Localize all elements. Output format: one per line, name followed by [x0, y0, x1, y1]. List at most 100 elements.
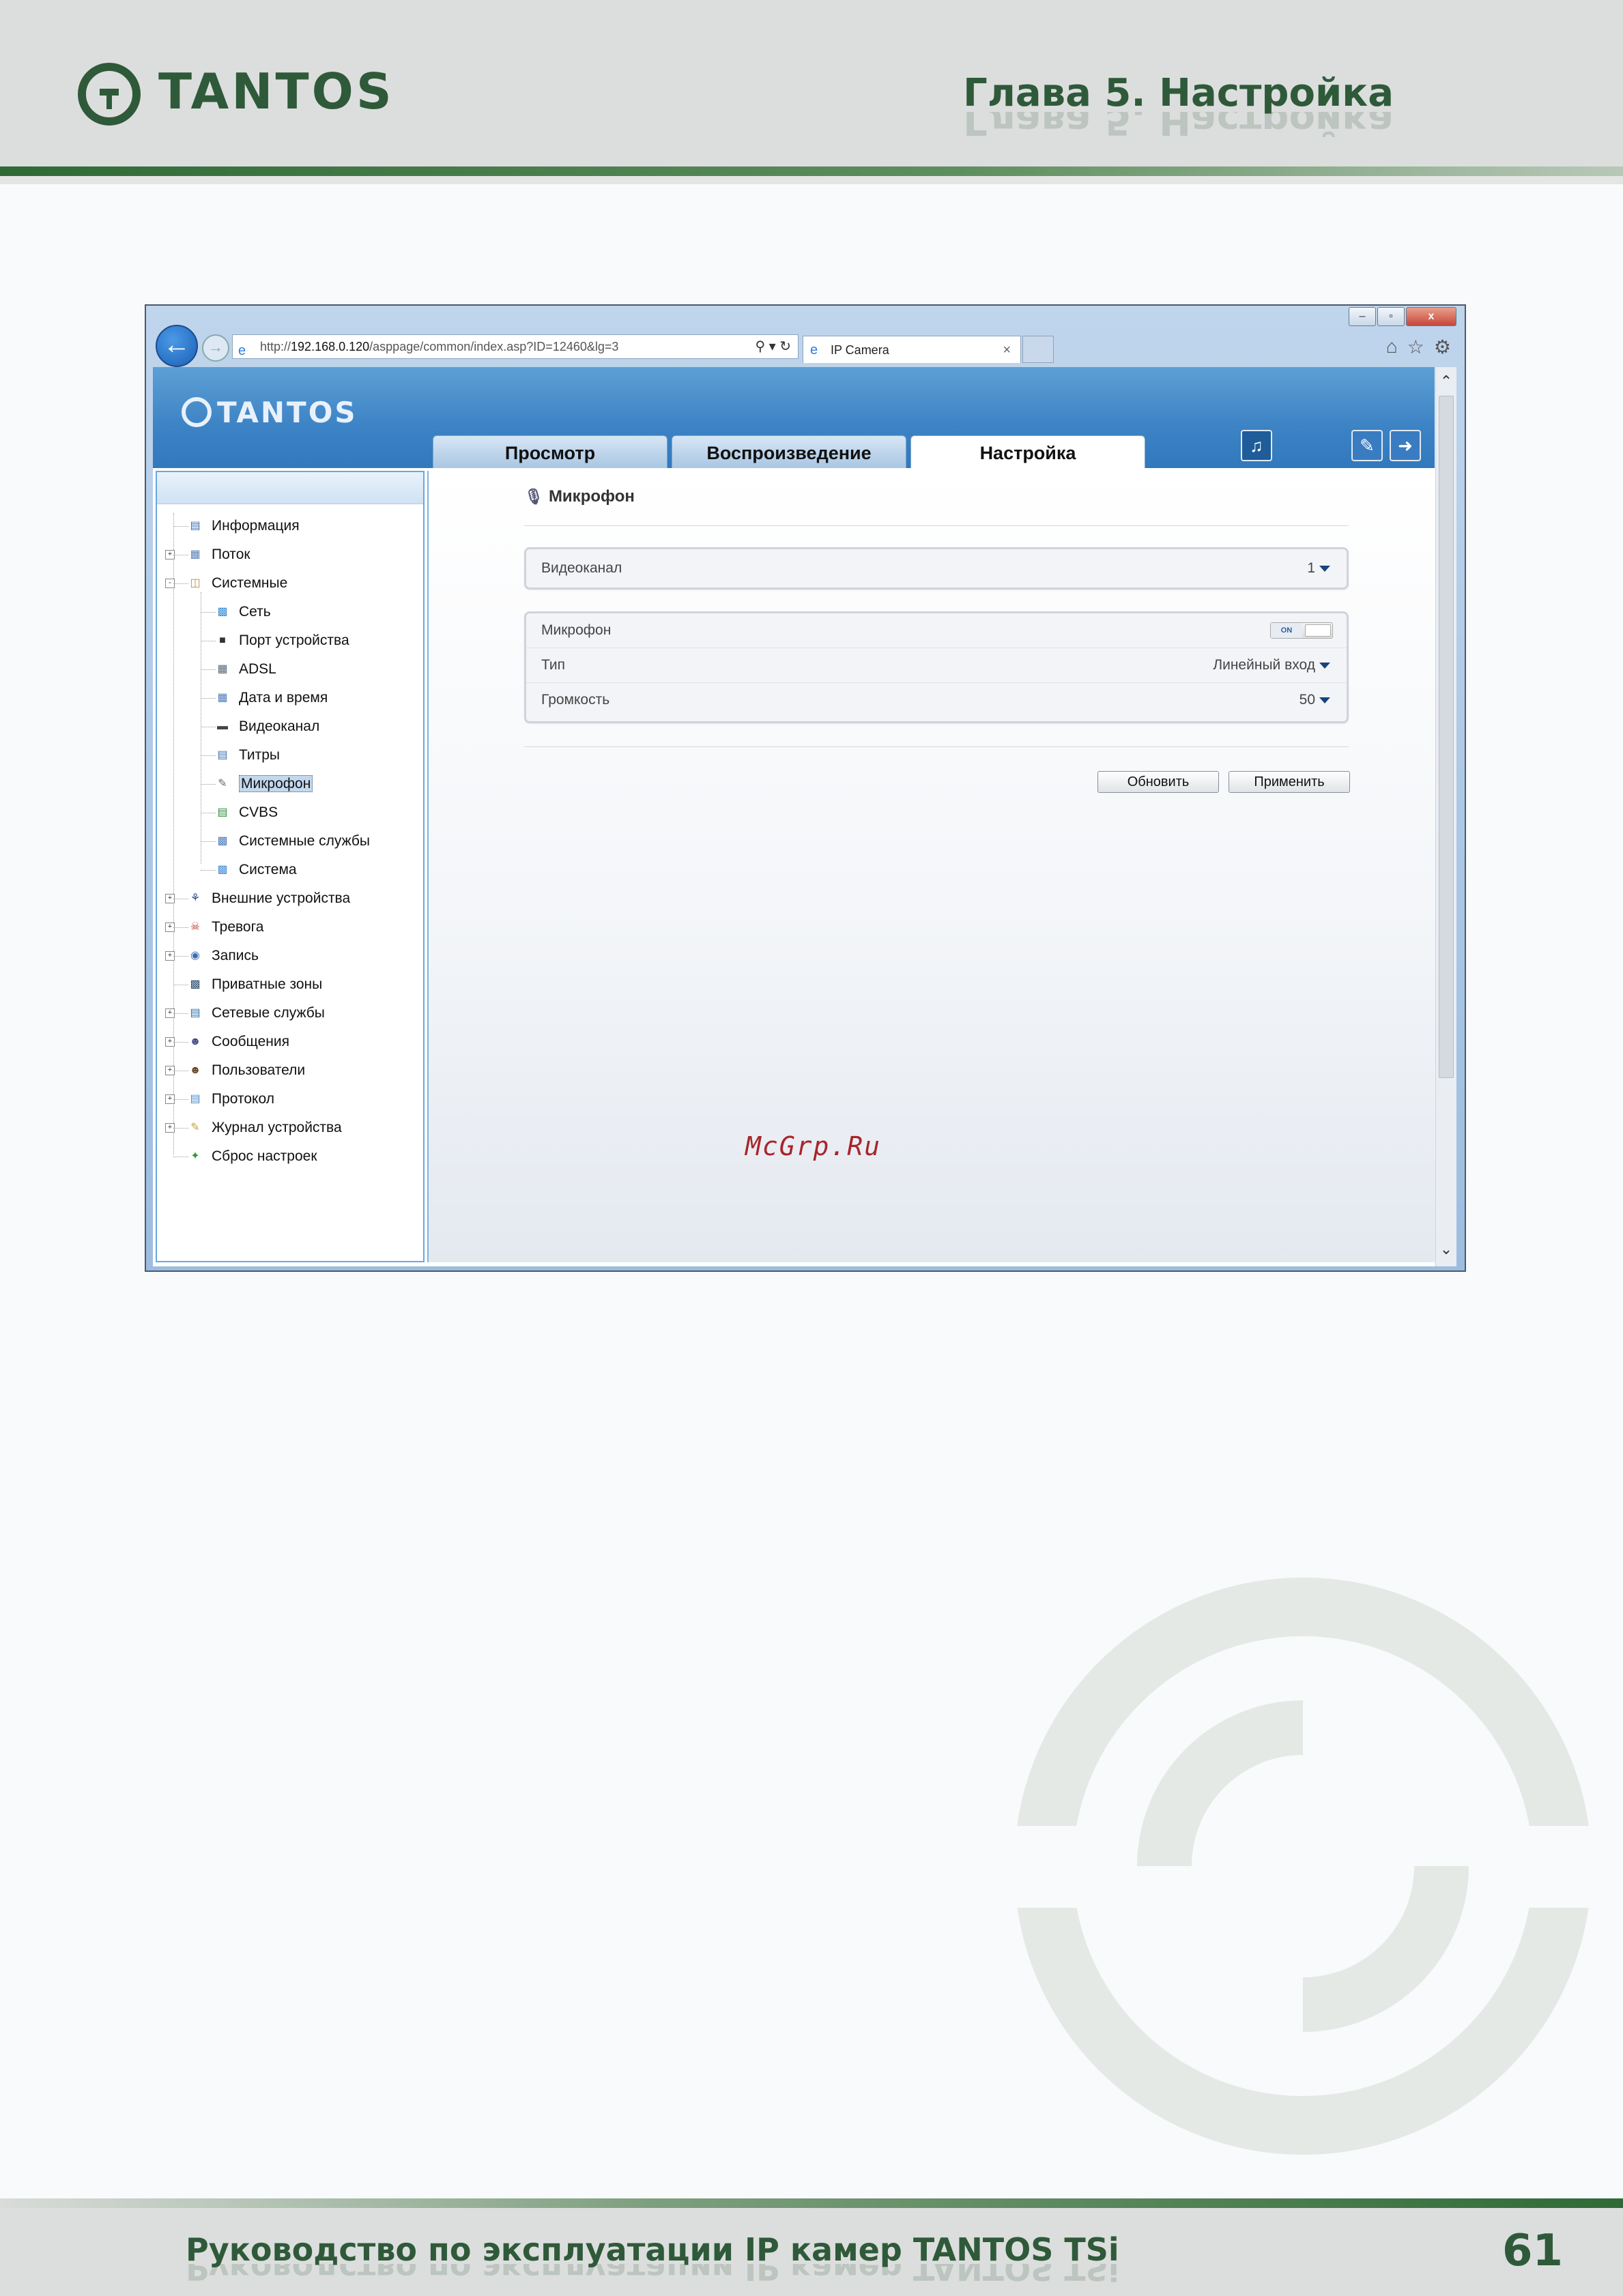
sidebar-item[interactable]: + ✎ Журнал устройства: [165, 1116, 342, 1139]
network-icon: ▩: [217, 606, 228, 618]
app-logo-icon: [182, 397, 212, 427]
microphone-label: Микрофон: [541, 622, 612, 638]
volume-select[interactable]: 50: [1299, 683, 1330, 717]
toggle-knob: [1305, 624, 1331, 637]
sidebar-item-label: Журнал устройства: [212, 1120, 342, 1135]
sidebar-item[interactable]: - ◫ Системные: [165, 572, 287, 595]
sidebar-item[interactable]: ✦ Сброс настроек: [187, 1145, 317, 1168]
search-refresh-icons[interactable]: ⚲ ▾ ↻: [755, 335, 791, 358]
vertical-scrollbar[interactable]: ⌃ ⌄: [1435, 367, 1456, 1266]
cvbs-icon: ▤: [217, 806, 228, 819]
record-icon: ◉: [190, 950, 200, 962]
channel-panel: Видеоканал 1: [524, 547, 1349, 590]
browser-toolbar: ⌂ ☆ ⚙: [1386, 336, 1451, 358]
ie-page-icon: e: [238, 343, 246, 358]
logout-icon[interactable]: ➜: [1390, 430, 1421, 461]
tab-playback[interactable]: Воспроизведение: [672, 435, 906, 468]
footer-title: Руководство по эксплуатации IP камер TAN…: [186, 2231, 1119, 2268]
sidebar-item-label: Сеть: [239, 604, 271, 620]
sidebar-item[interactable]: ▩ Приватные зоны: [187, 973, 322, 996]
maximize-button[interactable]: ▫: [1377, 307, 1405, 326]
new-tab-button[interactable]: [1022, 336, 1054, 363]
sidebar-item[interactable]: ▩ Сеть: [214, 600, 271, 624]
sidebar-item[interactable]: ▤ Титры: [214, 744, 280, 767]
sidebar-item-label: Система: [239, 862, 297, 877]
sidebar-item-label: Информация: [212, 518, 300, 534]
user-settings-icon[interactable]: ✎: [1351, 430, 1383, 461]
refresh-button[interactable]: Обновить: [1097, 771, 1219, 793]
type-value: Линейный вход: [1213, 657, 1315, 673]
privacy-icon: ▩: [190, 978, 201, 991]
scroll-down-icon[interactable]: ⌄: [1436, 1240, 1456, 1258]
microphone-icon: 🎙: [524, 488, 543, 505]
sidebar-item[interactable]: + ☠ Тревога: [165, 916, 263, 939]
header-rule-light: [0, 176, 1623, 184]
reset-icon: ✦: [190, 1150, 200, 1163]
sidebar-item-label: Сообщения: [212, 1034, 289, 1049]
channel-row[interactable]: Видеоканал 1: [526, 549, 1347, 587]
sidebar-item[interactable]: + ⚘ Внешние устройства: [165, 887, 350, 910]
address-host: 192.168.0.120: [291, 340, 370, 353]
sidebar-item[interactable]: + ☻ Пользователи: [165, 1059, 305, 1082]
scroll-thumb[interactable]: [1439, 396, 1454, 1078]
home-icon[interactable]: ⌂: [1386, 336, 1398, 358]
adsl-icon: ▦: [217, 663, 228, 675]
sidebar-item[interactable]: ■ Порт устройства: [214, 629, 349, 652]
browser-tab[interactable]: e IP Camera ×: [803, 336, 1021, 363]
tab-view[interactable]: Просмотр: [433, 435, 667, 468]
forward-arrow-icon[interactable]: →: [202, 334, 229, 362]
channel-select[interactable]: 1: [1307, 549, 1330, 587]
sidebar-item[interactable]: + ☻ Сообщения: [165, 1030, 289, 1053]
users-icon: ☻: [189, 1064, 201, 1077]
volume-row: Громкость 50: [526, 683, 1347, 717]
sidebar-item-label: Сброс настроек: [212, 1148, 317, 1164]
stream-icon: ▦: [190, 549, 201, 561]
dropdown-caret-icon: [1319, 697, 1330, 703]
computer-icon: ▩: [217, 864, 228, 876]
address-bar[interactable]: e http://192.168.0.120/asppage/common/in…: [232, 334, 799, 359]
sidebar-item[interactable]: ▤ CVBS: [214, 801, 278, 824]
sidebar-item[interactable]: ▬ Видеоканал: [214, 715, 319, 738]
sidebar-item[interactable]: ▩ Система: [214, 858, 297, 882]
scroll-up-icon[interactable]: ⌃: [1436, 373, 1456, 390]
sidebar-item[interactable]: + ▤ Сетевые службы: [165, 1002, 325, 1025]
address-path: /asppage/common/index.asp?ID=12460&lg=3: [369, 340, 619, 353]
microphone-toggle[interactable]: ON: [1270, 622, 1333, 639]
close-window-button[interactable]: x: [1406, 307, 1456, 326]
gear-icon[interactable]: ⚙: [1434, 336, 1451, 358]
divider: [524, 525, 1349, 526]
sidebar-item[interactable]: ✎ Микрофон: [214, 772, 313, 796]
content-area: 🎙 Микрофон Видеоканал 1 Микрофон ON Тип …: [427, 471, 1436, 1262]
minimize-button[interactable]: –: [1349, 307, 1376, 326]
favorites-star-icon[interactable]: ☆: [1407, 336, 1424, 358]
channel-value: 1: [1307, 560, 1315, 576]
microphone-row: Микрофон ON: [526, 613, 1347, 648]
sidebar-item[interactable]: + ◉ Запись: [165, 944, 259, 968]
camera-icon: ▬: [217, 721, 228, 733]
bell-icon[interactable]: ♫: [1241, 430, 1272, 461]
port-icon: ■: [219, 635, 226, 647]
back-arrow-icon[interactable]: ←: [156, 325, 198, 367]
titles-icon: ▤: [217, 749, 228, 761]
sidebar-item[interactable]: + ▦ Поток: [165, 543, 250, 566]
sidebar-item[interactable]: ▩ Системные службы: [214, 830, 370, 853]
net-services-icon: ▤: [190, 1007, 201, 1019]
sidebar-item-label: Протокол: [212, 1091, 274, 1107]
sidebar-item-label: Запись: [212, 948, 259, 963]
tab-settings[interactable]: Настройка: [910, 435, 1145, 468]
tab-close-icon[interactable]: ×: [1003, 336, 1011, 364]
sidebar-item[interactable]: + ▤ Протокол: [165, 1088, 274, 1111]
sidebar-item[interactable]: ▦ Дата и время: [214, 686, 328, 710]
app-header: TANTOS Просмотр Воспроизведение Настройк…: [153, 367, 1435, 468]
apply-button[interactable]: Применить: [1229, 771, 1350, 793]
volume-label: Громкость: [541, 692, 610, 708]
log-icon: ✎: [190, 1122, 200, 1134]
tantos-watermark-icon: [1014, 1578, 1592, 2155]
external-devices-icon: ⚘: [190, 892, 201, 905]
toggle-on-label: ON: [1271, 623, 1302, 638]
sidebar-item[interactable]: ▦ ADSL: [214, 658, 276, 681]
microphone-icon: ✎: [218, 778, 227, 790]
type-select[interactable]: Линейный вход: [1213, 648, 1330, 682]
settings-sidebar: ▤ Информация + ▦ Поток - ◫ Системные ▩ Сеть ■ Порт …: [156, 471, 425, 1262]
sidebar-item[interactable]: ▤ Информация: [187, 514, 300, 538]
